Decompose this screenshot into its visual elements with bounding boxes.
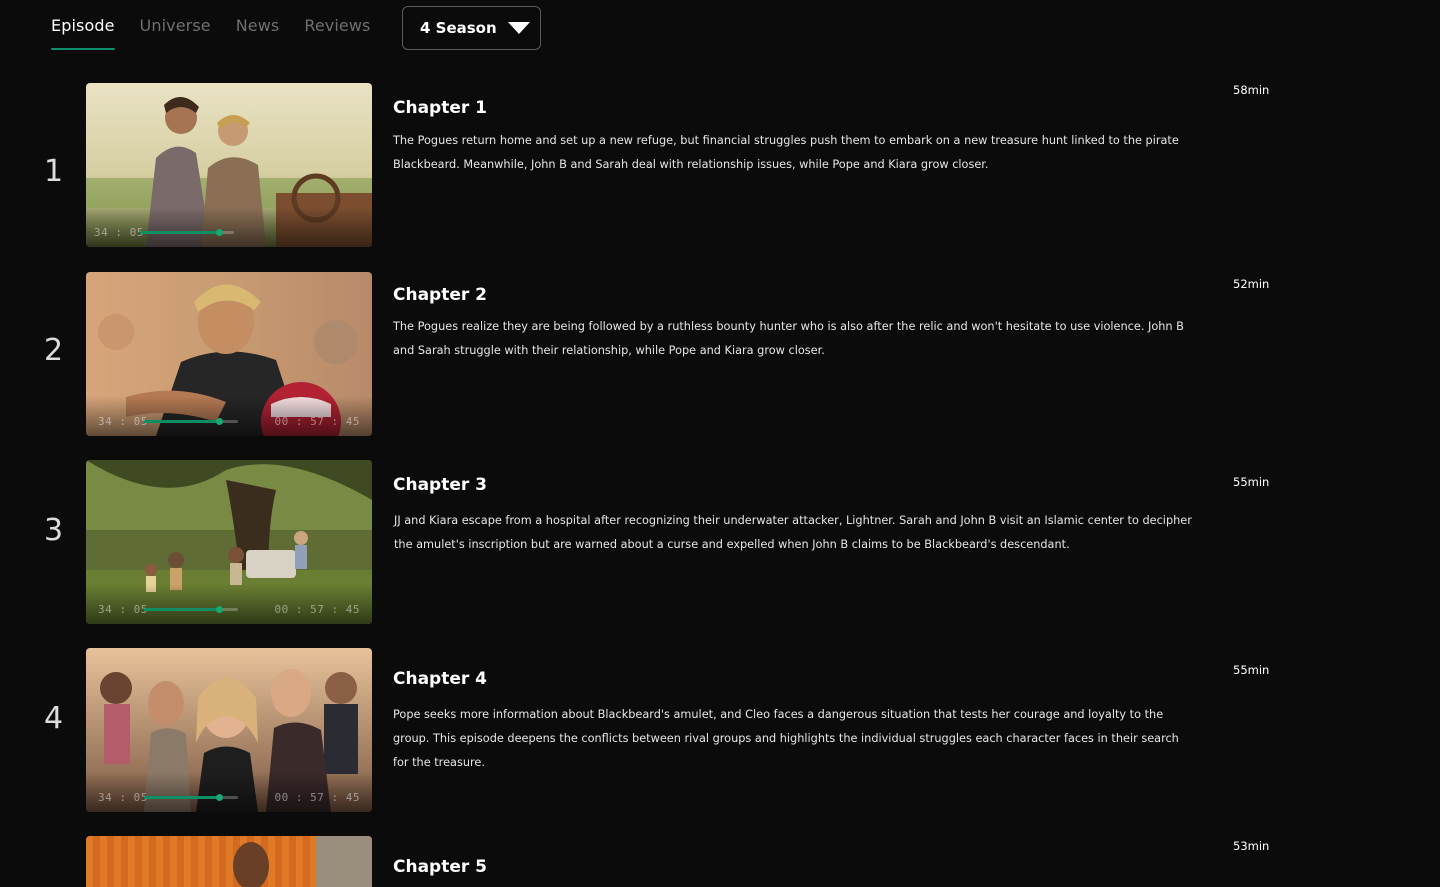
time-elapsed: 34 : 05	[98, 791, 148, 804]
season-dropdown-value: 4 Season	[420, 19, 497, 37]
progress-bar[interactable]	[144, 794, 238, 801]
episode-duration: 53min	[1233, 839, 1270, 853]
episode-title[interactable]: Chapter 5	[393, 857, 487, 877]
episode-number: 2	[44, 333, 64, 368]
progress-fill	[144, 608, 220, 611]
episode-description: The Pogues return home and set up a new …	[393, 134, 1179, 171]
time-total: 00 : 57 : 45	[274, 415, 360, 428]
episode-duration: 58min	[1233, 83, 1270, 97]
season-dropdown[interactable]: 4 Season	[402, 6, 541, 50]
episode-number: 4	[44, 701, 64, 736]
progress-bar[interactable]	[140, 229, 234, 236]
progress-handle[interactable]	[216, 229, 223, 236]
progress-handle[interactable]	[216, 794, 223, 801]
episode-thumbnail[interactable]	[86, 836, 372, 887]
time-total: 00 : 57 : 45	[274, 603, 360, 616]
episode-title[interactable]: Chapter 2	[393, 285, 487, 305]
tab-episode[interactable]: Episode	[51, 16, 115, 50]
episode-description: The Pogues realize they are being follow…	[393, 320, 1184, 357]
episode-description: Pope seeks more information about Blackb…	[393, 708, 1179, 769]
tab-universe[interactable]: Universe	[140, 16, 211, 50]
chevron-down-icon	[507, 22, 530, 34]
episode-description: JJ and Kiara escape from a hospital afte…	[394, 514, 1192, 551]
tab-reviews[interactable]: Reviews	[304, 16, 370, 50]
episode-number: 3	[44, 513, 64, 548]
time-total: 00 : 57 : 45	[274, 791, 360, 804]
progress-bar[interactable]	[144, 418, 238, 425]
time-elapsed: 34 : 05	[98, 603, 148, 616]
episode-number: 1	[44, 154, 64, 189]
progress-handle[interactable]	[216, 418, 223, 425]
episode-thumbnail[interactable]: 34 : 05 00 : 57 : 45	[86, 648, 372, 812]
progress-handle[interactable]	[216, 606, 223, 613]
episode-thumbnail[interactable]: 34 : 05 00 : 57 : 45	[86, 460, 372, 624]
progress-bar[interactable]	[144, 606, 238, 613]
episode-duration: 55min	[1233, 475, 1270, 489]
tab-news[interactable]: News	[236, 16, 280, 50]
progress-fill	[140, 231, 220, 234]
episode-duration: 55min	[1233, 663, 1270, 677]
tab-bar: Episode Universe News Reviews	[51, 16, 395, 50]
episode-list-page: Episode Universe News Reviews 4 Season 1	[0, 0, 1440, 887]
episode-title[interactable]: Chapter 3	[393, 475, 487, 495]
episode-thumbnail[interactable]: 34 : 05 00 : 57 : 45	[86, 272, 372, 436]
progress-fill	[144, 420, 220, 423]
time-elapsed: 34 : 05	[98, 415, 148, 428]
time-elapsed: 34 : 05	[94, 226, 144, 239]
episode-duration: 52min	[1233, 277, 1270, 291]
thumbnail-image	[86, 836, 372, 887]
progress-fill	[144, 796, 220, 799]
episode-title[interactable]: Chapter 4	[393, 669, 487, 689]
episode-thumbnail[interactable]: 34 : 05	[86, 83, 372, 247]
episode-title[interactable]: Chapter 1	[393, 98, 487, 118]
